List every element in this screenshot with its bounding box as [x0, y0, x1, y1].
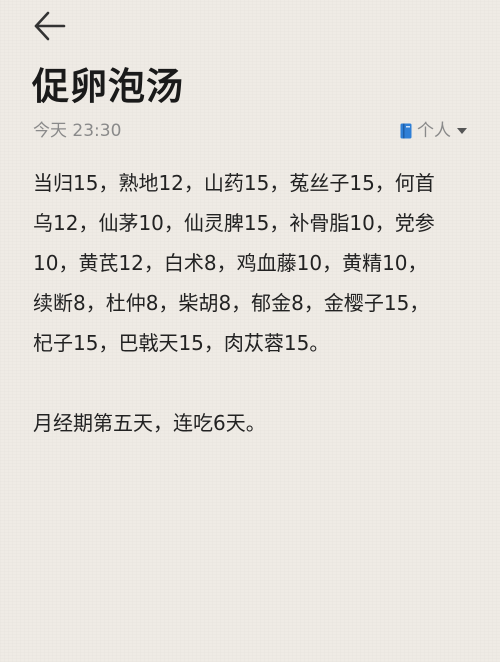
body-line: 当归15，熟地12，山药15，菟丝子15，何首 [33, 171, 435, 195]
body-line: 杞子15，巴戟天15，肉苁蓉15。 [33, 331, 330, 355]
body-line: 乌12，仙茅10，仙灵脾15，补骨脂10，党参 [33, 211, 435, 235]
folder-selector[interactable]: 个人 [400, 118, 467, 144]
note-meta: 今天 23:30 个人 [33, 118, 467, 144]
body-line: 10，黄芪12，白术8，鸡血藤10，黄精10， [33, 251, 428, 275]
note-timestamp: 今天 23:30 [33, 121, 122, 141]
top-bar [0, 0, 500, 50]
note-body[interactable]: 当归15，熟地12，山药15，菟丝子15，何首 乌12，仙茅10，仙灵脾15，补… [33, 163, 473, 443]
notebook-icon [400, 123, 412, 139]
folder-label: 个人 [417, 121, 451, 141]
caret-down-icon [457, 128, 467, 134]
body-line: 月经期第五天，连吃6天。 [33, 411, 266, 435]
arrow-left-icon [34, 11, 66, 41]
note-title[interactable]: 促卵泡汤 [32, 60, 184, 114]
back-button[interactable] [28, 8, 68, 44]
body-line: 续断8，杜仲8，柴胡8，郁金8，金樱子15， [33, 291, 430, 315]
